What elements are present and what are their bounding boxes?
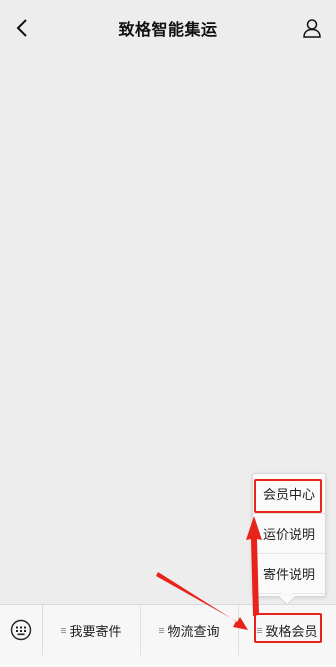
menu-label: 致格会员 [265, 624, 318, 640]
menu-lines-icon [257, 627, 263, 634]
menu-label: 物流查询 [167, 624, 220, 640]
back-button[interactable] [10, 14, 34, 42]
profile-button[interactable] [300, 15, 324, 41]
user-icon [303, 19, 321, 38]
submenu-item-member-center[interactable]: 会员中心 [253, 474, 325, 514]
submenu-item-shipping-info[interactable]: 寄件说明 [253, 554, 325, 594]
bottom-safe-area [0, 655, 336, 667]
menu-lines-icon [159, 627, 165, 634]
bottom-menu-bar: 我要寄件 物流查询 致格会员 [0, 604, 336, 656]
keyboard-icon [10, 619, 32, 641]
page-title: 致格智能集运 [118, 20, 218, 39]
menu-label: 我要寄件 [69, 624, 122, 640]
menu-tracking[interactable]: 物流查询 [141, 604, 239, 656]
top-nav-bar: 致格智能集运 [0, 0, 336, 56]
menu-membership[interactable]: 致格会员 [239, 605, 336, 656]
menu-send-package[interactable]: 我要寄件 [43, 604, 141, 656]
submenu-popup: 会员中心 运价说明 寄件说明 [252, 473, 326, 606]
submenu-item-pricing-info[interactable]: 运价说明 [253, 514, 325, 554]
chevron-left-icon [16, 19, 27, 37]
menu-lines-icon [61, 627, 67, 634]
keyboard-toggle-button[interactable] [0, 604, 43, 656]
